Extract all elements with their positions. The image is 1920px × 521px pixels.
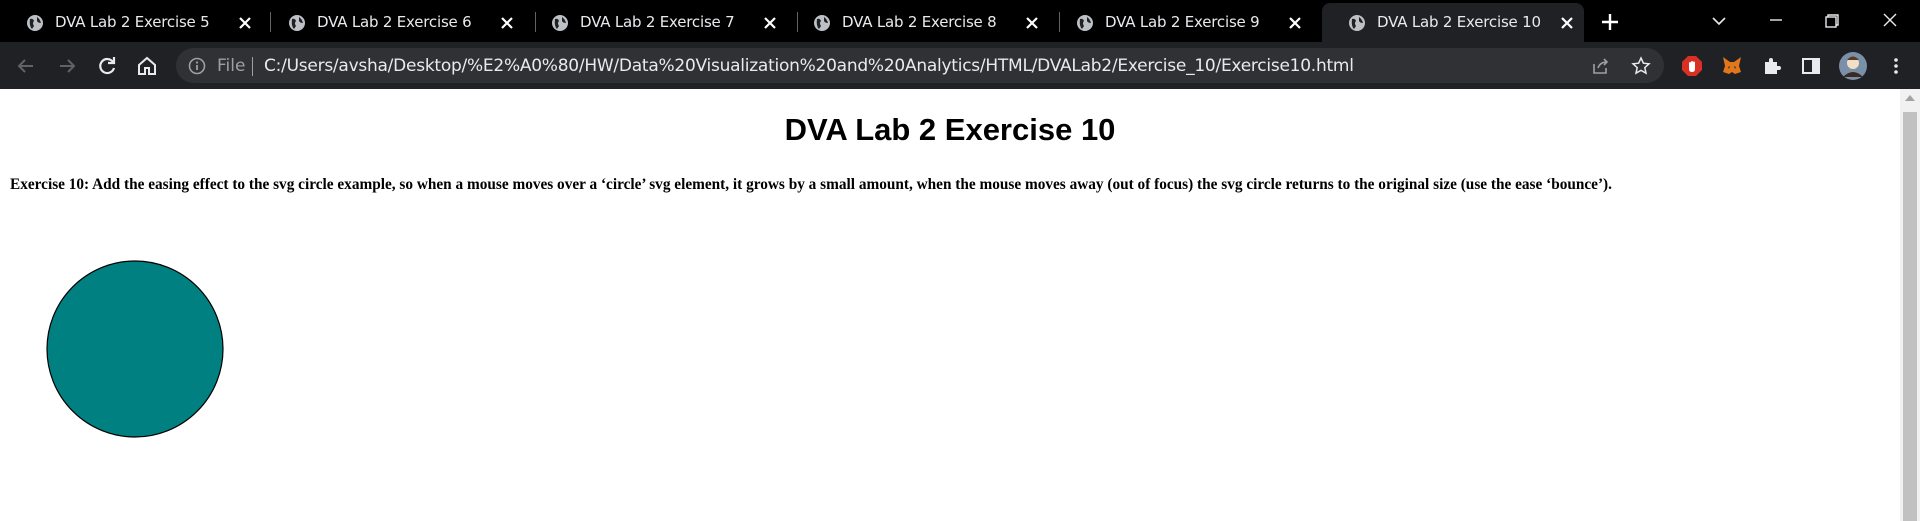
share-icon[interactable] xyxy=(1591,56,1611,76)
browser-toolbar: File C:/Users/avsha/Desktop/%E2%A0%80/HW… xyxy=(0,42,1920,89)
restore-icon[interactable] xyxy=(1819,8,1845,34)
close-icon[interactable] xyxy=(496,12,518,34)
svg-canvas xyxy=(46,260,224,438)
teal-circle[interactable] xyxy=(46,260,224,438)
tab-exercise-5[interactable]: DVA Lab 2 Exercise 5 xyxy=(0,3,262,42)
close-icon[interactable] xyxy=(1021,12,1043,34)
tab-exercise-7[interactable]: DVA Lab 2 Exercise 7 xyxy=(525,3,787,42)
address-separator xyxy=(252,57,253,76)
close-icon[interactable] xyxy=(234,12,256,34)
side-panel-icon[interactable] xyxy=(1799,54,1823,78)
tab-title: DVA Lab 2 Exercise 5 xyxy=(55,13,210,31)
exercise-description: Exercise 10: Add the easing effect to th… xyxy=(10,176,1612,193)
info-icon[interactable] xyxy=(188,57,206,75)
vertical-scrollbar[interactable] xyxy=(1900,89,1920,521)
home-icon[interactable] xyxy=(134,53,160,79)
scheme-label: File xyxy=(217,56,246,76)
tab-exercise-9[interactable]: DVA Lab 2 Exercise 9 xyxy=(1050,3,1312,42)
tab-exercise-10[interactable]: DVA Lab 2 Exercise 10 xyxy=(1322,3,1584,42)
page-heading: DVA Lab 2 Exercise 10 xyxy=(784,112,1116,147)
adblock-extension-icon[interactable] xyxy=(1680,54,1704,78)
extensions-puzzle-icon[interactable] xyxy=(1760,54,1784,78)
forward-icon[interactable] xyxy=(54,53,80,79)
tab-title: DVA Lab 2 Exercise 6 xyxy=(317,13,472,31)
menu-kebab-icon[interactable] xyxy=(1884,54,1908,78)
tab-title: DVA Lab 2 Exercise 7 xyxy=(580,13,735,31)
page-content: DVA Lab 2 Exercise 10 Exercise 10: Add t… xyxy=(0,89,1900,521)
tab-exercise-6[interactable]: DVA Lab 2 Exercise 6 xyxy=(262,3,524,42)
reload-icon[interactable] xyxy=(94,53,120,79)
close-window-icon[interactable] xyxy=(1877,8,1903,34)
url-text[interactable]: C:/Users/avsha/Desktop/%E2%A0%80/HW/Data… xyxy=(264,56,1354,76)
globe-icon xyxy=(1077,15,1093,31)
globe-icon xyxy=(552,15,568,31)
tab-title: DVA Lab 2 Exercise 9 xyxy=(1105,13,1260,31)
chevron-down-icon[interactable] xyxy=(1706,8,1732,34)
tab-title: DVA Lab 2 Exercise 10 xyxy=(1377,13,1541,31)
address-bar[interactable]: File C:/Users/avsha/Desktop/%E2%A0%80/HW… xyxy=(176,48,1664,83)
globe-icon xyxy=(27,15,43,31)
minimize-icon[interactable] xyxy=(1763,8,1789,34)
globe-icon xyxy=(289,15,305,31)
close-icon[interactable] xyxy=(1556,12,1578,34)
tab-strip: DVA Lab 2 Exercise 5 DVA Lab 2 Exercise … xyxy=(0,0,1920,42)
back-icon[interactable] xyxy=(13,53,39,79)
close-icon[interactable] xyxy=(1284,12,1306,34)
globe-icon xyxy=(814,15,830,31)
tab-title: DVA Lab 2 Exercise 8 xyxy=(842,13,997,31)
globe-icon xyxy=(1349,15,1365,31)
bookmark-star-icon[interactable] xyxy=(1631,56,1651,76)
close-icon[interactable] xyxy=(759,12,781,34)
scroll-thumb[interactable] xyxy=(1903,112,1917,521)
scroll-up-arrow-icon[interactable] xyxy=(1905,95,1915,101)
profile-avatar[interactable] xyxy=(1838,51,1868,81)
new-tab-icon[interactable] xyxy=(1598,10,1622,34)
metamask-fox-icon[interactable] xyxy=(1720,54,1744,78)
tab-exercise-8[interactable]: DVA Lab 2 Exercise 8 xyxy=(787,3,1049,42)
